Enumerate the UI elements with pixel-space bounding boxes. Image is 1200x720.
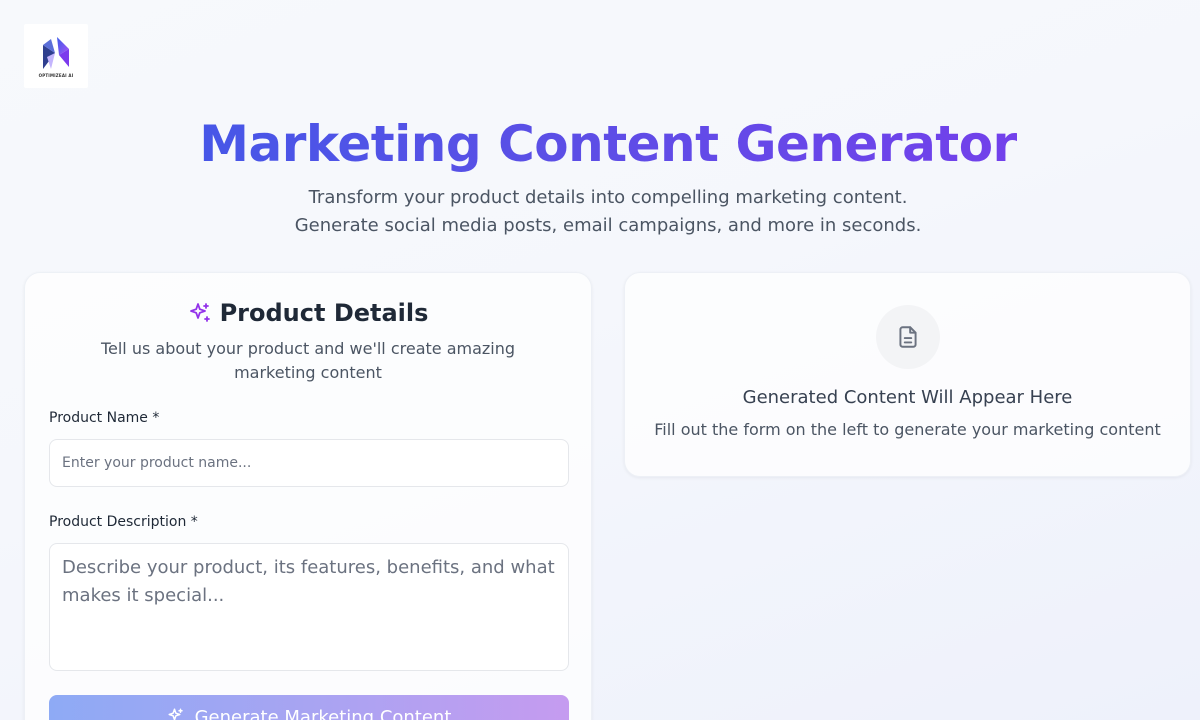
- product-details-title: Product Details: [219, 299, 429, 327]
- document-icon: [898, 326, 917, 348]
- generated-content-card: Generated Content Will Appear Here Fill …: [624, 272, 1191, 477]
- page-title: Marketing Content Generator: [0, 112, 1200, 176]
- product-details-header: Product Details: [25, 299, 591, 327]
- empty-state-icon-wrap: [875, 305, 940, 369]
- logo-text: OPTIMIZEAI AI: [38, 72, 74, 78]
- empty-state-description: Fill out the form on the left to generat…: [654, 420, 1161, 439]
- generate-content-label: Generate Marketing Content: [194, 707, 452, 720]
- generate-content-button[interactable]: Generate Marketing Content: [49, 695, 569, 720]
- sparkles-icon: [168, 708, 183, 720]
- product-description-label: Product Description *: [49, 514, 198, 530]
- page-subtitle: Transform your product details into comp…: [294, 187, 922, 236]
- product-details-description: Tell us about your product and we'll cre…: [100, 339, 516, 382]
- brand-logo[interactable]: OPTIMIZEAI AI: [24, 24, 88, 88]
- product-description-textarea[interactable]: [49, 543, 569, 671]
- product-details-card: Product Details Tell us about your produ…: [24, 272, 592, 720]
- product-name-label: Product Name *: [49, 410, 160, 426]
- sparkles-icon: [189, 303, 210, 322]
- empty-state-title: Generated Content Will Appear Here: [742, 387, 1073, 408]
- product-name-input[interactable]: [49, 439, 569, 487]
- logo-mark-icon: [43, 36, 69, 69]
